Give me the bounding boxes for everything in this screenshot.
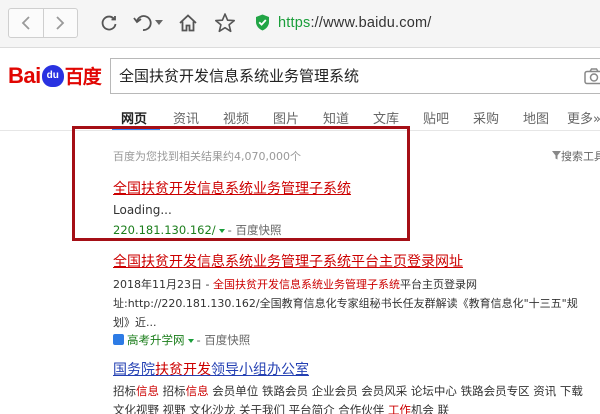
baidu-logo[interactable]: Bai du 百度 bbox=[8, 62, 102, 89]
result-3-title-pre: 国务院 bbox=[113, 362, 155, 378]
result-2-snapshot-link[interactable]: 百度快照 bbox=[204, 333, 250, 347]
filter-icon bbox=[552, 151, 561, 160]
result-3-part-em: 信息 bbox=[136, 384, 159, 398]
search-tools-label: 搜索工具 bbox=[561, 150, 600, 163]
bookmark-button[interactable] bbox=[212, 11, 238, 35]
undo-dropdown-button[interactable] bbox=[132, 11, 164, 35]
tab-purchase[interactable]: 采购 bbox=[473, 108, 499, 127]
result-2-date: 2018年11月23日 bbox=[113, 278, 202, 291]
home-icon bbox=[179, 14, 197, 32]
result-3-part-em: 信息 bbox=[185, 384, 209, 398]
secure-shield-icon bbox=[256, 14, 269, 31]
undo-icon bbox=[133, 15, 152, 31]
result-2-source[interactable]: 高考升学网 bbox=[127, 333, 185, 347]
paw-icon: du bbox=[41, 64, 64, 87]
camera-icon[interactable] bbox=[584, 68, 600, 85]
chevron-right-icon bbox=[56, 16, 65, 30]
result-3-part: 招标 bbox=[159, 384, 186, 398]
tab-images[interactable]: 图片 bbox=[273, 108, 299, 127]
url-scheme: https bbox=[278, 14, 311, 31]
result-3-line2-post: 机会 联 bbox=[410, 403, 450, 414]
result-2-snippet-line3: 划》近... bbox=[113, 316, 157, 329]
result-2-source-line: 高考升学网 - 百度快照 bbox=[113, 332, 250, 348]
tab-map[interactable]: 地图 bbox=[523, 108, 549, 127]
tab-more[interactable]: 更多» bbox=[567, 108, 600, 127]
url-text: https://www.baidu.com/ bbox=[278, 15, 432, 31]
forward-button[interactable] bbox=[42, 9, 78, 37]
result-3-part: 招标 bbox=[113, 384, 136, 398]
address-bar[interactable]: https://www.baidu.com/ bbox=[255, 14, 432, 31]
result-3-snippet-line1: 招标信息 招标信息 会员单位 铁路会员 企业会员 会员风采 论坛中心 铁路会员专… bbox=[113, 383, 583, 399]
result-1-url: 220.181.130.162/- 百度快照 bbox=[113, 223, 282, 237]
reload-button[interactable] bbox=[98, 11, 120, 35]
result-1-title[interactable]: 全国扶贫开发信息系统业务管理子系统 bbox=[113, 178, 351, 198]
star-icon bbox=[215, 13, 235, 33]
logo-text-cn: 百度 bbox=[64, 66, 102, 88]
result-2-snippet-rest: 平台主页登录网 bbox=[399, 278, 477, 291]
result-3-title-em: 扶贫开发 bbox=[155, 362, 211, 378]
reload-icon bbox=[101, 15, 117, 31]
result-3-title-mid: 领导小组办公室 bbox=[211, 362, 309, 378]
chevron-down-icon bbox=[155, 20, 163, 25]
result-3-line2-pre: 文化视野 视野 文化沙龙 关于我们 平台简介 合作伙伴 bbox=[113, 403, 388, 414]
caret-down-icon[interactable] bbox=[218, 228, 225, 233]
search-box bbox=[110, 58, 600, 94]
result-2-snippet-em: 全国扶贫开发信息系统业务管理子系统 bbox=[212, 278, 400, 291]
logo-text-latin: Bai bbox=[8, 62, 41, 88]
tab-zhidao[interactable]: 知道 bbox=[323, 108, 349, 127]
home-button[interactable] bbox=[176, 11, 200, 35]
logo-paw-text: du bbox=[46, 70, 59, 81]
result-2-snippet-line2: 址:http://220.181.130.162/全国教育信息化专家组秘书长任友… bbox=[113, 297, 578, 310]
chevron-left-icon bbox=[21, 16, 30, 30]
caret-down-icon[interactable] bbox=[187, 338, 194, 343]
result-2-snippet-line1: 2018年11月23日 - 全国扶贫开发信息系统业务管理子系统平台主页登录网 bbox=[113, 278, 477, 291]
url-host: ://www.baidu.com/ bbox=[310, 14, 432, 31]
result-3-part: 会员单位 铁路会员 企业会员 会员风采 论坛中心 铁路会员专区 资讯 下载 bbox=[208, 384, 583, 398]
tab-video[interactable]: 视频 bbox=[223, 108, 249, 127]
result-1-snippet: Loading... bbox=[113, 203, 172, 217]
result-1-snapshot-link[interactable]: 百度快照 bbox=[235, 223, 281, 237]
search-tools-link[interactable]: 搜索工具 bbox=[552, 148, 600, 164]
back-button[interactable] bbox=[9, 9, 43, 37]
search-input[interactable] bbox=[119, 66, 569, 84]
result-3-line2-em: 工作 bbox=[387, 403, 411, 414]
tab-web[interactable]: 网页 bbox=[121, 108, 147, 127]
tab-tieba[interactable]: 贴吧 bbox=[423, 108, 449, 127]
tab-wenku[interactable]: 文库 bbox=[373, 108, 399, 127]
result-3-title[interactable]: 国务院扶贫开发领导小组办公室 bbox=[113, 359, 309, 379]
nav-buttons bbox=[8, 8, 78, 38]
browser-toolbar: https://www.baidu.com/ bbox=[0, 0, 600, 48]
tab-news[interactable]: 资讯 bbox=[173, 108, 199, 127]
result-1-url-text[interactable]: 220.181.130.162/ bbox=[113, 223, 216, 237]
result-3-snippet-line2: 文化视野 视野 文化沙龙 关于我们 平台简介 合作伙伴 工作机会 联 bbox=[113, 402, 449, 414]
site-favicon-icon bbox=[113, 334, 124, 345]
result-2-title[interactable]: 全国扶贫开发信息系统业务管理子系统平台主页登录网址 bbox=[113, 251, 463, 271]
